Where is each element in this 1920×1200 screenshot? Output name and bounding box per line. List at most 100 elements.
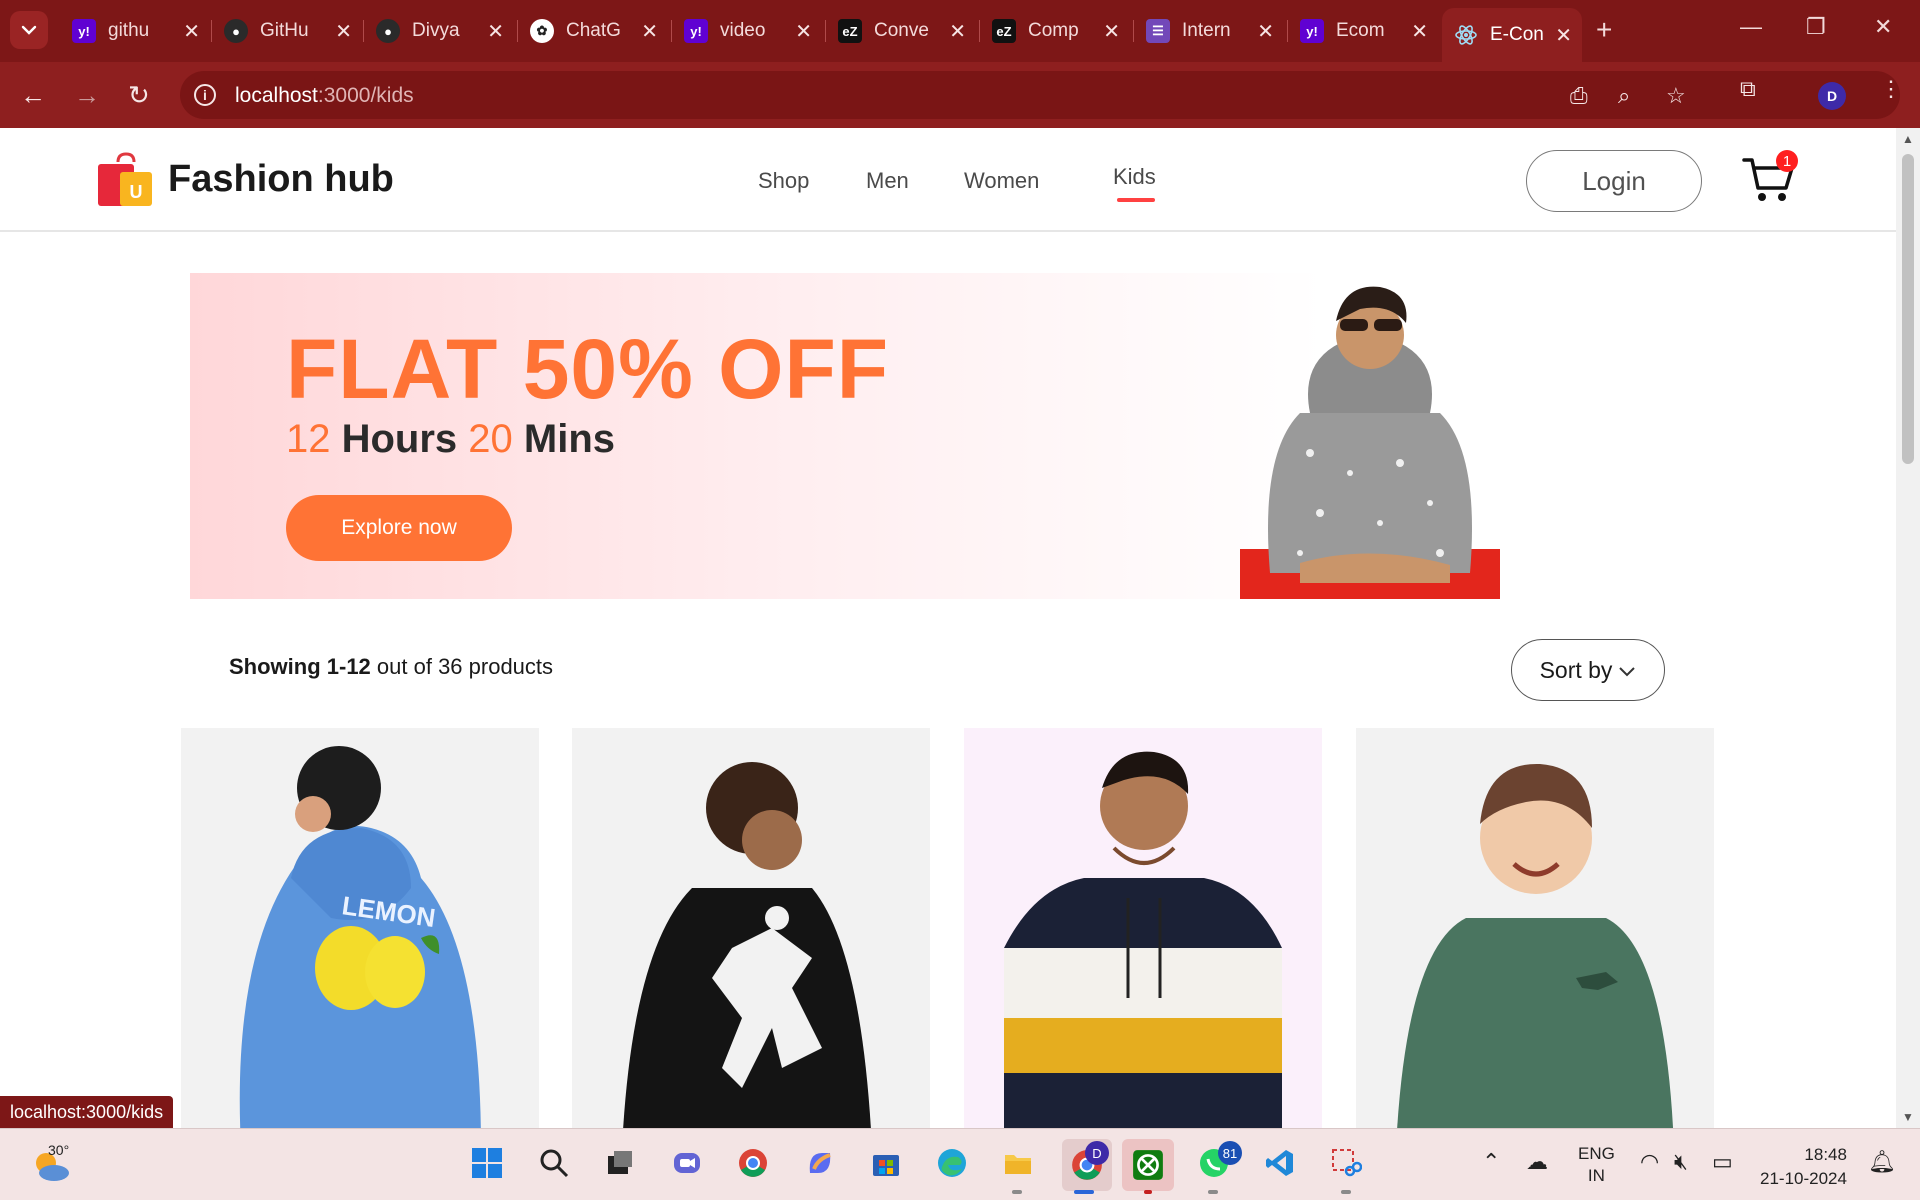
browser-tab[interactable]: ● Divya ✕ [363, 8, 514, 54]
react-icon [1454, 23, 1478, 47]
product-image-black-football-hoodie [623, 762, 871, 1128]
windows-start-icon[interactable] [467, 1143, 507, 1183]
running-indicator [1208, 1190, 1218, 1194]
extensions-icon[interactable]: ⧉ [1740, 76, 1756, 102]
close-icon[interactable]: ✕ [641, 19, 658, 44]
weather-temperature: 30° [48, 1142, 70, 1158]
install-app-icon[interactable]: ⎙ [1570, 83, 1588, 109]
close-icon[interactable]: ✕ [1103, 19, 1120, 44]
close-icon[interactable]: ✕ [1257, 19, 1274, 44]
yahoo-icon: y! [1300, 19, 1324, 43]
language-indicator[interactable]: ENG IN [1578, 1143, 1615, 1187]
copilot-icon[interactable] [800, 1143, 840, 1183]
microsoft-store-icon[interactable] [866, 1143, 906, 1183]
results-count: Showing 1-12 out of 36 products [229, 654, 554, 679]
close-icon[interactable]: ✕ [335, 19, 352, 44]
scroll-up-arrow-icon[interactable]: ▲ [1902, 132, 1914, 146]
task-view-icon[interactable] [600, 1143, 640, 1183]
tab-title: E-Con [1490, 24, 1544, 45]
profile-avatar[interactable]: D [1818, 82, 1846, 110]
browser-tab[interactable]: ☰ Intern ✕ [1133, 8, 1284, 54]
tab-title: githu [108, 20, 150, 41]
sort-by-dropdown[interactable]: Sort by [1511, 639, 1665, 701]
forms-icon: ☰ [1146, 19, 1170, 43]
browser-tab[interactable]: eZ Conve ✕ [825, 8, 976, 54]
product-image-navy-white-yellow-hoodie [1004, 751, 1282, 1128]
speaker-muted-icon[interactable]: 🔇︎ [1674, 1149, 1688, 1175]
tab-title: Intern [1182, 20, 1231, 41]
site-logo-text[interactable]: Fashion hub [168, 158, 394, 201]
browser-menu-icon[interactable]: ⋮ [1880, 76, 1902, 102]
nav-women[interactable]: Women [964, 168, 1039, 194]
reload-icon[interactable]: ↻ [128, 80, 150, 111]
product-card[interactable] [964, 728, 1322, 1128]
nav-active-indicator [1117, 198, 1155, 202]
windows-taskbar: 30° D 81 ⌃ ☁ ENG IN ◠ 🔇︎ ▭ 18:48 21-10-2… [0, 1128, 1920, 1200]
browser-tab[interactable]: y! video ✕ [671, 8, 822, 54]
promo-banner: FLAT 50% OFF 12 Hours 20 Mins Explore no… [190, 273, 1702, 599]
battery-icon[interactable]: ▭ [1712, 1149, 1733, 1175]
bookmark-star-icon[interactable]: ☆ [1666, 83, 1686, 109]
active-indicator [1074, 1190, 1094, 1194]
browser-tab[interactable]: y! Ecom ✕ [1287, 8, 1438, 54]
scroll-down-arrow-icon[interactable]: ▼ [1902, 1110, 1914, 1124]
close-icon[interactable]: ✕ [795, 19, 812, 44]
web-page: U Fashion hub Shop Men Women Kids Login … [0, 128, 1896, 1128]
wifi-icon[interactable]: ◠ [1640, 1149, 1659, 1175]
tab-title: video [720, 20, 766, 41]
address-bar-url[interactable]: localhost:3000/kids [235, 84, 414, 108]
close-icon[interactable]: ✕ [1411, 19, 1428, 44]
product-card[interactable] [572, 728, 930, 1128]
close-icon[interactable]: ✕ [949, 19, 966, 44]
browser-tab-active[interactable]: E-Con ✕ [1442, 8, 1582, 62]
scrollbar-thumb[interactable] [1902, 154, 1914, 464]
ez-icon: eZ [992, 19, 1016, 43]
xbox-icon[interactable] [1122, 1139, 1174, 1191]
yahoo-icon: y! [72, 19, 96, 43]
browser-tab[interactable]: ● GitHu ✕ [211, 8, 362, 54]
running-indicator [1341, 1190, 1351, 1194]
browser-tab[interactable]: ✿ ChatG ✕ [517, 8, 668, 54]
vscode-icon[interactable] [1260, 1143, 1300, 1183]
product-card[interactable]: LEMON [181, 728, 539, 1128]
nav-shop[interactable]: Shop [758, 168, 809, 194]
onedrive-icon[interactable]: ☁ [1526, 1149, 1548, 1175]
login-button[interactable]: Login [1526, 150, 1702, 212]
close-icon[interactable]: ✕ [487, 19, 504, 44]
back-arrow-icon[interactable]: ← [20, 80, 46, 111]
snipping-tool-icon[interactable] [1326, 1143, 1366, 1183]
tab-title: GitHu [260, 20, 309, 41]
nav-men[interactable]: Men [866, 168, 909, 194]
zoom-icon[interactable]: ⌕ [1618, 83, 1630, 109]
edge-icon[interactable] [932, 1143, 972, 1183]
browser-tab[interactable]: eZ Comp ✕ [979, 8, 1130, 54]
close-icon[interactable]: ✕ [1555, 23, 1572, 48]
teams-meet-icon[interactable] [667, 1143, 707, 1183]
window-close-icon[interactable]: ✕ [1874, 14, 1892, 40]
nav-kids[interactable]: Kids [1113, 164, 1156, 190]
browser-tab[interactable]: y! githu ✕ [60, 8, 210, 54]
explore-now-button[interactable]: Explore now [286, 495, 512, 561]
product-card[interactable] [1356, 728, 1714, 1128]
tab-title: ChatG [566, 20, 621, 41]
system-clock[interactable]: 18:48 21-10-2024 [1760, 1143, 1847, 1191]
page-scrollbar[interactable]: ▲ ▼ [1896, 128, 1920, 1128]
chevron-up-icon[interactable]: ⌃ [1482, 1149, 1500, 1175]
site-info-icon[interactable]: i [194, 84, 216, 106]
chrome-icon[interactable] [733, 1143, 773, 1183]
shopping-bag-logo-icon[interactable]: U [96, 152, 154, 208]
close-icon[interactable]: ✕ [183, 19, 200, 44]
chevron-down-icon [1619, 667, 1636, 677]
file-explorer-icon[interactable] [998, 1143, 1038, 1183]
new-tab-button[interactable]: + [1596, 14, 1612, 46]
search-icon[interactable] [534, 1143, 574, 1183]
site-header: U Fashion hub Shop Men Women Kids Login … [0, 128, 1896, 232]
tab-search-button[interactable] [10, 11, 48, 49]
notification-bell-icon[interactable]: 🔔︎ [1868, 1149, 1896, 1175]
banner-model-image [1240, 286, 1500, 599]
minimize-icon[interactable]: — [1740, 14, 1762, 40]
running-indicator [1012, 1190, 1022, 1194]
restore-icon[interactable]: ❐ [1806, 14, 1826, 40]
forward-arrow-icon[interactable]: → [74, 80, 100, 111]
address-bar[interactable]: i localhost:3000/kids ⎙ ⌕ ☆ [180, 71, 1900, 119]
